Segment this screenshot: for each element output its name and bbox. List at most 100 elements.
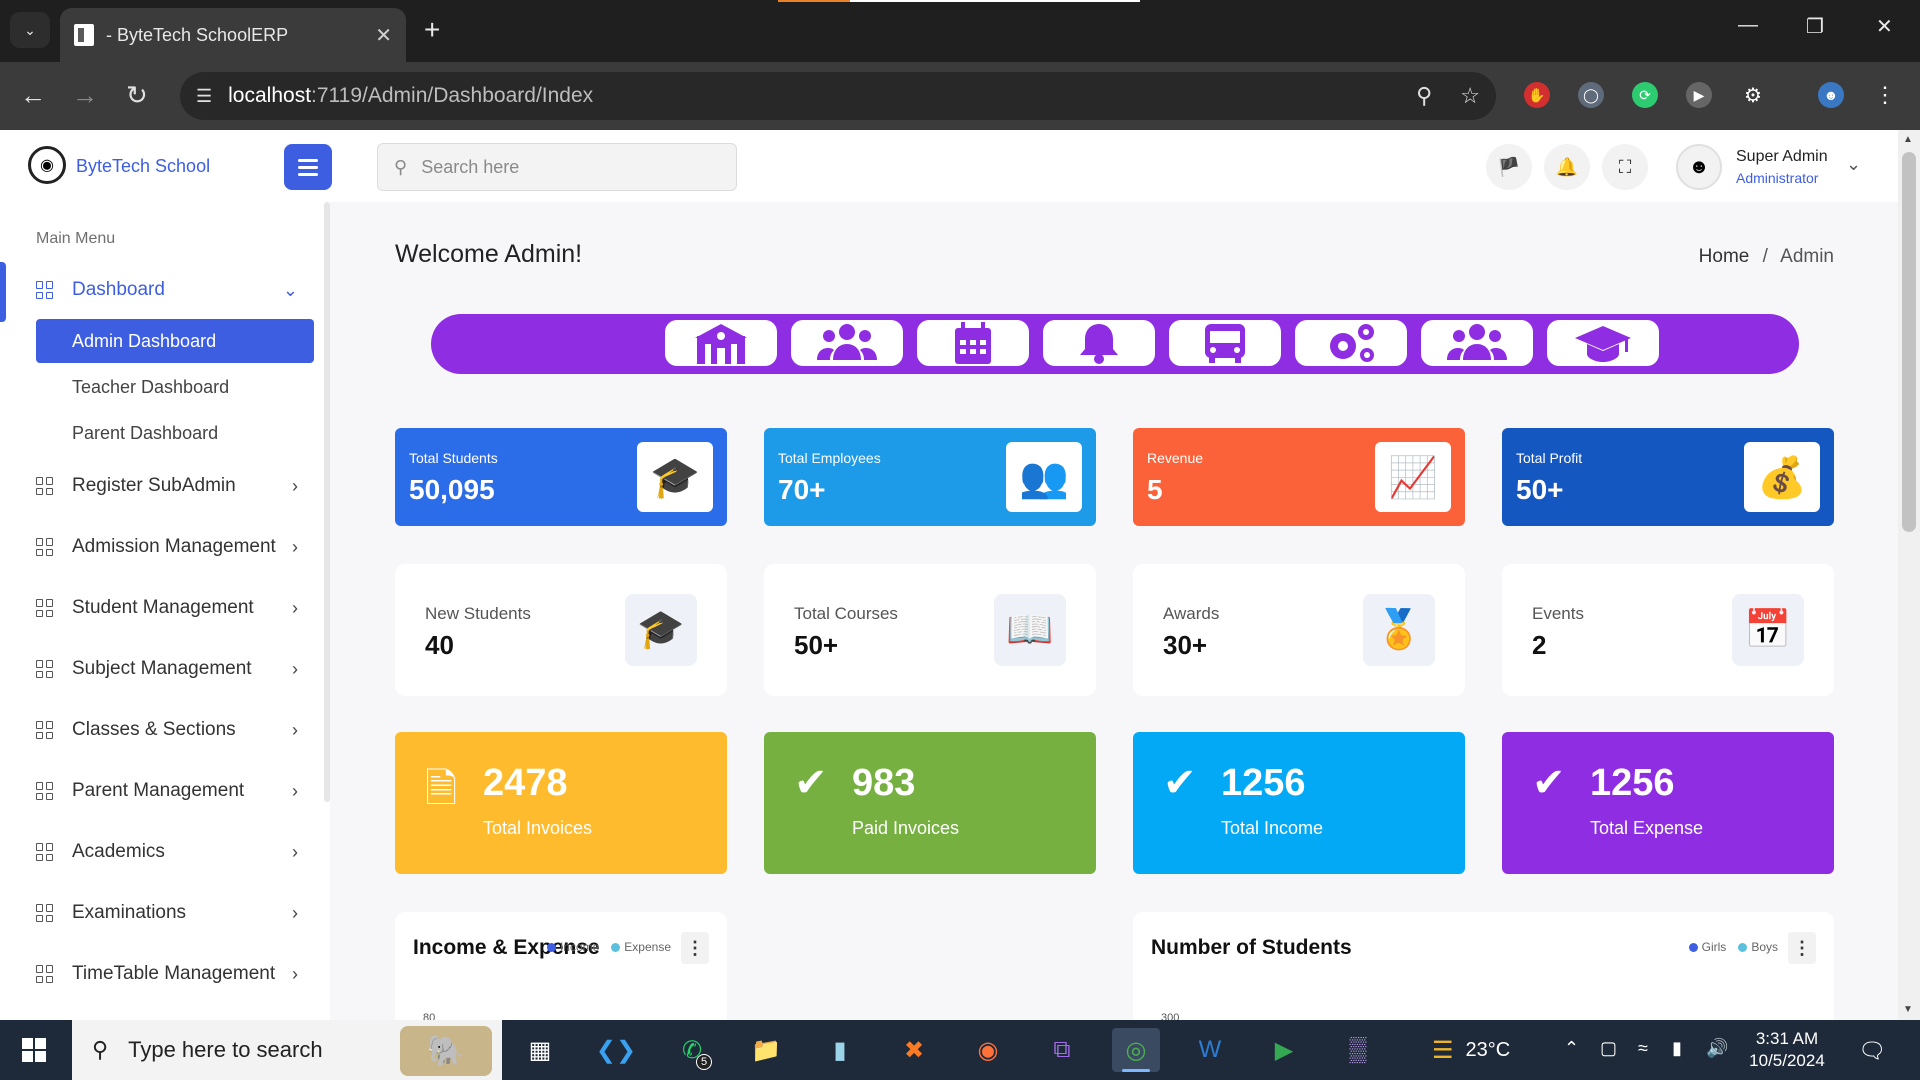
- sidebar-item-parent-management[interactable]: Parent Management ›: [36, 771, 316, 811]
- extension-adblock-icon[interactable]: ✋: [1524, 82, 1550, 108]
- stat-card-label: Total Students: [409, 450, 498, 466]
- chart-options-menu-icon[interactable]: ⋮: [681, 932, 709, 964]
- windows-start-icon[interactable]: [22, 1038, 46, 1062]
- address-bar[interactable]: ☰ localhost:7119/Admin/Dashboard/Index ⚲…: [180, 72, 1496, 120]
- forward-button[interactable]: →: [72, 80, 98, 110]
- zoom-icon[interactable]: ⚲: [1416, 83, 1432, 109]
- weather-widget[interactable]: ☰ 23°C: [1432, 1036, 1510, 1065]
- xampp-icon[interactable]: ✖: [890, 1028, 938, 1072]
- user-profile-menu[interactable]: ☻ Super Admin Administrator ⌄: [1676, 142, 1886, 192]
- whatsapp-icon[interactable]: ✆ 5: [668, 1028, 716, 1072]
- logo-text[interactable]: ByteTech School: [76, 156, 210, 177]
- stat-card-revenue[interactable]: Revenue 5 📈: [1133, 428, 1465, 526]
- sidebar-item-classes-sections[interactable]: Classes & Sections ›: [36, 710, 316, 750]
- info-card-events[interactable]: Events 2 📅: [1502, 564, 1834, 696]
- quick-link-groups[interactable]: [1421, 320, 1533, 366]
- taskbar-search[interactable]: ⚲ Type here to search 🐘: [72, 1020, 502, 1080]
- site-info-icon[interactable]: ☰: [196, 86, 212, 107]
- info-card-new-students[interactable]: New Students 40 🎓: [395, 564, 727, 696]
- breadcrumb-home[interactable]: Home: [1699, 246, 1750, 267]
- info-card-value: 40: [425, 630, 454, 660]
- chrome-icon[interactable]: ◎: [1112, 1028, 1160, 1072]
- main-content: Welcome Admin! Home / Admin Total Studen…: [330, 202, 1898, 1020]
- sidebar-item-dashboard[interactable]: Dashboard ⌄: [36, 270, 316, 310]
- fullscreen-icon[interactable]: ⛶: [1602, 144, 1648, 190]
- restore-button[interactable]: ❐: [1806, 14, 1824, 39]
- notes-app-icon[interactable]: ▮: [816, 1028, 864, 1072]
- extension-shield-icon[interactable]: ◯: [1578, 82, 1604, 108]
- chart-options-menu-icon[interactable]: ⋮: [1788, 932, 1816, 964]
- browser-tab[interactable]: - ByteTech SchoolERP ✕: [60, 8, 406, 62]
- search-input[interactable]: [421, 156, 702, 178]
- notifications-bell-icon[interactable]: 🔔: [1544, 144, 1590, 190]
- legend-item-boys[interactable]: Boys: [1738, 940, 1778, 954]
- scroll-up-arrow-icon[interactable]: ▲: [1903, 134, 1913, 145]
- stat-card-total-students[interactable]: Total Students 50,095 🎓: [395, 428, 727, 526]
- quick-link-notifications[interactable]: [1043, 320, 1155, 366]
- extension-media-icon[interactable]: ▶: [1686, 82, 1712, 108]
- page-scrollbar[interactable]: ▲ ▼: [1898, 130, 1920, 1020]
- search-field[interactable]: ⚲: [377, 143, 737, 191]
- stat-card-total-profit[interactable]: Total Profit 50+ 💰: [1502, 428, 1834, 526]
- terminal-icon[interactable]: ▒: [1334, 1028, 1382, 1072]
- sidebar-item-academics[interactable]: Academics ›: [36, 832, 316, 872]
- battery-icon[interactable]: ▮: [1672, 1038, 1682, 1059]
- legend-item-girls[interactable]: Girls: [1688, 940, 1726, 954]
- sidebar-item-subject-management[interactable]: Subject Management ›: [36, 649, 316, 689]
- meet-icon[interactable]: ▶: [1260, 1028, 1308, 1072]
- sidebar-item-admission-management[interactable]: Admission Management ›: [36, 527, 316, 567]
- legend-item-expense[interactable]: Expense: [611, 940, 671, 954]
- sidebar-subitem-admin-dashboard[interactable]: Admin Dashboard: [36, 319, 314, 363]
- file-explorer-icon[interactable]: 📁: [742, 1028, 790, 1072]
- sidebar-item-register-subadmin[interactable]: Register SubAdmin ›: [36, 466, 316, 506]
- extensions-puzzle-icon[interactable]: ⚙: [1740, 82, 1766, 108]
- big-card-total-expense[interactable]: ✔ 1256 Total Expense: [1502, 732, 1834, 874]
- tab-search-button[interactable]: ⌄: [10, 12, 50, 48]
- big-card-paid-invoices[interactable]: ✔ 983 Paid Invoices: [764, 732, 1096, 874]
- info-card-total-courses[interactable]: Total Courses 50+ 📖: [764, 564, 1096, 696]
- quick-link-transport[interactable]: [1169, 320, 1281, 366]
- info-card-awards[interactable]: Awards 30+ 🏅: [1133, 564, 1465, 696]
- language-flag-icon[interactable]: 🏴: [1486, 144, 1532, 190]
- taskbar-clock[interactable]: 3:31 AM 10/5/2024: [1732, 1028, 1842, 1072]
- word-icon[interactable]: W: [1186, 1028, 1234, 1072]
- visual-studio-icon[interactable]: ⧉: [1038, 1028, 1086, 1072]
- sidebar-toggle-button[interactable]: [284, 144, 332, 190]
- browser-menu-icon[interactable]: ⋮: [1872, 82, 1898, 108]
- sidebar-item-examinations[interactable]: Examinations ›: [36, 893, 316, 933]
- url-text[interactable]: localhost:7119/Admin/Dashboard/Index: [228, 84, 1388, 108]
- sidebar-subitem-teacher-dashboard[interactable]: Teacher Dashboard: [36, 365, 314, 409]
- profile-avatar-icon[interactable]: ☻: [1818, 82, 1844, 108]
- quick-link-calendar[interactable]: [917, 320, 1029, 366]
- scroll-down-arrow-icon[interactable]: ▼: [1903, 1004, 1913, 1015]
- big-card-total-income[interactable]: ✔ 1256 Total Income: [1133, 732, 1465, 874]
- school-logo-icon[interactable]: ◉: [28, 146, 66, 184]
- legend-item-income[interactable]: Income: [546, 940, 599, 954]
- tray-device-icon[interactable]: ▢: [1600, 1038, 1617, 1059]
- task-view-icon[interactable]: ▦: [516, 1028, 564, 1072]
- quick-link-courses[interactable]: [1547, 320, 1659, 366]
- stat-card-total-employees[interactable]: Total Employees 70+ 👥: [764, 428, 1096, 526]
- reload-button[interactable]: ↻: [126, 80, 148, 110]
- sidebar-subitem-parent-dashboard[interactable]: Parent Dashboard: [36, 411, 314, 455]
- notification-center-icon[interactable]: 🗨: [1858, 1038, 1886, 1064]
- quick-link-users[interactable]: [791, 320, 903, 366]
- close-window-button[interactable]: ✕: [1876, 14, 1893, 39]
- new-tab-button[interactable]: +: [424, 14, 440, 46]
- quick-link-settings[interactable]: [1295, 320, 1407, 366]
- sidebar-item-timetable-management[interactable]: TimeTable Management ›: [36, 954, 316, 994]
- volume-icon[interactable]: 🔊: [1706, 1038, 1728, 1059]
- tab-close-icon[interactable]: ✕: [375, 23, 392, 48]
- minimize-button[interactable]: —: [1738, 14, 1758, 37]
- quick-link-school[interactable]: [665, 320, 777, 366]
- back-button[interactable]: ←: [20, 80, 46, 110]
- firefox-icon[interactable]: ◉: [964, 1028, 1012, 1072]
- tray-overflow-icon[interactable]: ⌃: [1564, 1038, 1579, 1059]
- extension-sync-icon[interactable]: ⟳: [1632, 82, 1658, 108]
- page-scrollbar-thumb[interactable]: [1902, 152, 1916, 532]
- bookmark-star-icon[interactable]: ☆: [1460, 83, 1480, 109]
- big-card-total-invoices[interactable]: 🗎 2478 Total Invoices: [395, 732, 727, 874]
- vscode-icon[interactable]: ❮❯: [592, 1028, 640, 1072]
- sidebar-item-student-management[interactable]: Student Management ›: [36, 588, 316, 628]
- wifi-icon[interactable]: ≈: [1638, 1038, 1648, 1059]
